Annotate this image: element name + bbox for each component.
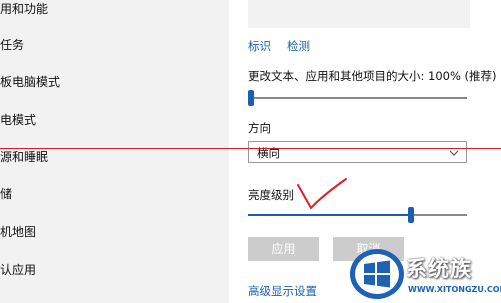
sidebar-item-default-apps[interactable]: 认应用 bbox=[0, 261, 36, 278]
detect-link[interactable]: 检测 bbox=[287, 38, 310, 54]
sidebar-item-tablet-mode[interactable]: 板电脑模式 bbox=[0, 73, 60, 90]
monitor-preview-area bbox=[248, 0, 470, 28]
sidebar-item-multitasking[interactable]: 任务 bbox=[0, 36, 24, 53]
sidebar-item-battery-saver[interactable]: 电模式 bbox=[0, 111, 36, 128]
watermark: 系统族 WWW.XITONGZU.COM bbox=[348, 247, 501, 301]
annotation-check-mark-icon bbox=[297, 178, 347, 209]
sidebar-item-storage[interactable]: 储 bbox=[0, 185, 12, 202]
brightness-slider-track[interactable] bbox=[248, 214, 467, 216]
scale-slider-track[interactable] bbox=[248, 97, 467, 99]
sidebar-item-offline-maps[interactable]: 机地图 bbox=[0, 223, 36, 240]
watermark-url: WWW.XITONGZU.COM bbox=[408, 285, 501, 294]
identify-link[interactable]: 标识 bbox=[248, 38, 271, 54]
chevron-down-icon bbox=[449, 150, 459, 156]
scale-label: 更改文本、应用和其他项目的大小: 100% (推荐) bbox=[248, 69, 497, 83]
apply-button[interactable]: 应用 bbox=[248, 237, 319, 261]
brightness-slider-fill bbox=[248, 214, 413, 216]
brightness-label: 亮度级别 bbox=[248, 188, 294, 202]
sidebar-item-apps-features[interactable]: 用和功能 bbox=[0, 0, 48, 17]
brightness-slider-rest bbox=[412, 214, 467, 216]
windows-logo-icon bbox=[350, 249, 404, 299]
watermark-text: 系统族 bbox=[406, 257, 472, 281]
orientation-dropdown[interactable]: 横向 bbox=[248, 141, 467, 163]
sidebar-item-power-sleep[interactable]: 源和睡眠 bbox=[0, 148, 48, 165]
advanced-display-settings-link[interactable]: 高级显示设置 bbox=[248, 283, 317, 299]
annotation-red-line bbox=[0, 148, 501, 149]
brightness-slider-thumb[interactable] bbox=[407, 207, 414, 223]
settings-sidebar: 用和功能 任务 板电脑模式 电模式 源和睡眠 储 机地图 认应用 bbox=[0, 0, 229, 303]
scale-slider-thumb[interactable] bbox=[248, 90, 254, 106]
orientation-label: 方向 bbox=[248, 121, 271, 135]
